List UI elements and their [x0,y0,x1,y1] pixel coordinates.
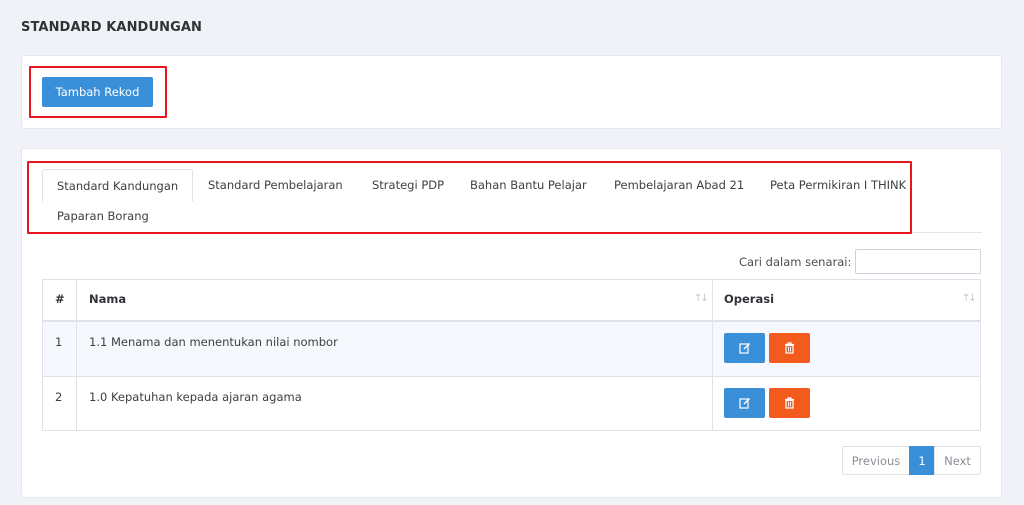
col-divider [712,280,713,430]
pagination-page-current[interactable]: 1 [909,446,935,475]
col-header-number[interactable]: # [55,292,65,306]
row-divider [43,376,980,377]
header-divider [43,320,980,322]
edit-icon [738,398,750,409]
col-header-nama[interactable]: Nama [89,292,126,306]
highlight-box-tabs [27,161,912,234]
sort-icon[interactable]: ↑↓ [962,293,977,304]
table-row-number: 2 [55,390,63,404]
delete-button[interactable] [769,388,810,418]
search-input[interactable] [855,249,981,274]
data-table: # Nama ↑↓ Operasi ↑↓ 1 1.1 Menama dan me… [42,279,981,431]
edit-button[interactable] [724,333,765,363]
edit-button[interactable] [724,388,765,418]
page-title: STANDARD KANDUNGAN [21,20,202,35]
trash-icon [785,342,794,354]
trash-icon [785,397,794,409]
delete-button[interactable] [769,333,810,363]
table-row-name: 1.1 Menama dan menentukan nilai nombor [89,335,338,349]
table-row-number: 1 [55,335,63,349]
pagination-previous[interactable]: Previous [842,446,910,475]
toolbar-card [21,55,1002,129]
search-label: Cari dalam senarai: [739,255,852,269]
sort-icon[interactable]: ↑↓ [694,293,709,304]
table-row-name: 1.0 Kepatuhan kepada ajaran agama [89,390,302,404]
col-header-operasi[interactable]: Operasi [724,292,774,306]
edit-icon [738,343,750,354]
highlight-box-add-button [29,66,167,118]
pagination-next[interactable]: Next [934,446,981,475]
col-divider [76,280,77,430]
